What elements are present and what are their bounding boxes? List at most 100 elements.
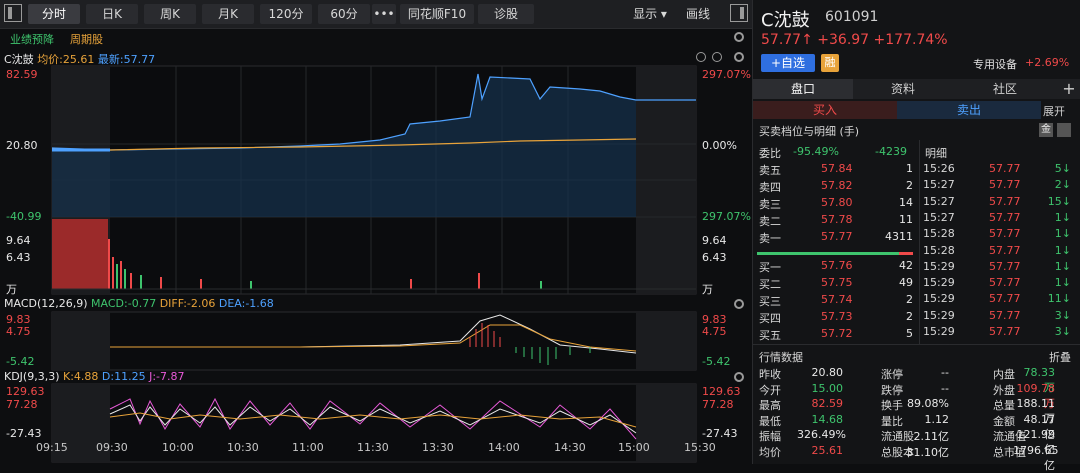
display-menu-button[interactable]: 显示 ▾ [628, 4, 672, 24]
gold-badge[interactable]: 金 [1039, 123, 1053, 137]
tick-time: 15:29 [923, 292, 955, 306]
buy-button[interactable]: 买入 [753, 101, 897, 119]
tick-price: 57.77 [989, 259, 1021, 273]
diagnose-button[interactable]: 诊股 [478, 4, 534, 24]
macd-value: MACD:-0.77 [91, 297, 157, 310]
quote-value: 89.08% [907, 397, 949, 410]
ask-label: 卖四 [759, 181, 781, 194]
tick-volume: 1↓ [1054, 259, 1071, 273]
draw-line-button[interactable]: 画线 [676, 4, 720, 24]
tab-60min[interactable]: 60分 [318, 4, 370, 24]
tick-time: 15:27 [923, 178, 955, 192]
x-tick: 14:30 [554, 441, 586, 454]
quote-value: 15.00 [811, 381, 844, 395]
quote-value: -- [941, 366, 949, 379]
kdj-title[interactable]: KDJ(9,3,3) [4, 370, 60, 383]
x-tick: 10:00 [162, 441, 194, 454]
tab-orderbook[interactable]: 盘口 [753, 79, 853, 99]
kdj-legend: KDJ(9,3,3) K:4.88 D:11.25 J:-7.87 [4, 370, 185, 383]
add-watchlist-button[interactable]: +自选 [761, 54, 815, 72]
vol-axis-r1: 9.64 [702, 234, 727, 247]
bid-price[interactable]: 57.74 [821, 293, 853, 306]
f10-button[interactable]: 同花顺F10 [400, 4, 474, 24]
bid-label: 买一 [759, 261, 781, 274]
tab-monthly-k[interactable]: 月K [202, 4, 254, 24]
tick-price: 57.77 [989, 243, 1021, 257]
sell-button[interactable]: 卖出 [897, 101, 1041, 119]
margin-badge[interactable]: 融 [821, 54, 839, 72]
pct-axis-low: 297.07% [702, 210, 751, 223]
tick-volume: 1↓ [1054, 210, 1071, 224]
ask-volume: 11 [899, 213, 913, 226]
grid-icon[interactable] [1057, 123, 1071, 137]
ratio-diff: -4239 [875, 145, 907, 158]
macd-title[interactable]: MACD(12,26,9) [4, 297, 88, 310]
ask-price[interactable]: 57.80 [821, 196, 853, 209]
add-tab-button[interactable]: + [1057, 79, 1080, 99]
quote-label: 均价 [759, 445, 781, 459]
bid-volume: 5 [906, 327, 913, 340]
ask-price[interactable]: 57.84 [821, 162, 853, 175]
fold-button[interactable]: 折叠 [1049, 349, 1071, 365]
bid-label: 买二 [759, 278, 781, 291]
bid-volume: 42 [899, 259, 913, 272]
pct-axis-high: 297.07% [702, 68, 751, 81]
kdj-axis-2: 77.28 [6, 398, 38, 411]
tab-weekly-k[interactable]: 周K [144, 4, 196, 24]
quote-value: -- [941, 381, 949, 395]
kdj-axis-r1: 129.63 [702, 385, 741, 398]
sector-name[interactable]: 专用设备 [973, 56, 1017, 72]
bid-volume: 2 [906, 310, 913, 323]
bid-label: 买四 [759, 312, 781, 325]
quote-label: 换手 [881, 399, 903, 412]
tick-price: 57.77 [989, 194, 1021, 208]
vol-axis-r2: 6.43 [702, 251, 727, 264]
expand-button[interactable]: 展开 [1043, 103, 1065, 119]
macd-settings-icon[interactable] [734, 299, 744, 309]
tab-daily-k[interactable]: 日K [86, 4, 138, 24]
bid-price[interactable]: 57.76 [821, 259, 853, 272]
tick-time: 15:29 [923, 276, 955, 290]
x-tick: 14:00 [488, 441, 520, 454]
ask-price[interactable]: 57.82 [821, 179, 853, 192]
right-panel-toggle-icon[interactable] [730, 4, 748, 22]
stock-code: 601091 [825, 9, 879, 25]
macd-axis-2: 4.75 [6, 325, 31, 338]
quote-value: 2.11亿 [913, 430, 950, 443]
x-tick: 13:30 [422, 441, 454, 454]
orderbook-title: 买卖档位与明细 (手) [759, 125, 860, 138]
kdj-axis-r3: -27.43 [702, 427, 738, 440]
left-panel-toggle-icon[interactable] [4, 4, 22, 22]
ask-label: 卖三 [759, 198, 781, 211]
ask-label: 卖二 [759, 215, 781, 228]
tab-intraday[interactable]: 分时 [28, 4, 80, 24]
ask-price[interactable]: 57.77 [821, 230, 853, 243]
x-tick: 09:30 [96, 441, 128, 454]
more-periods-button[interactable]: ••• [372, 4, 396, 24]
tab-120min[interactable]: 120分 [260, 4, 312, 24]
tab-community[interactable]: 社区 [953, 79, 1057, 99]
d-value: D:11.25 [101, 370, 146, 383]
quote-title: 行情数据 [759, 351, 803, 364]
vol-axis-runit: 万 [702, 283, 713, 296]
quote-label: 金额 [993, 414, 1015, 428]
bid-price[interactable]: 57.72 [821, 327, 853, 340]
ratio-label: 委比 [759, 147, 781, 160]
ask-label: 卖一 [759, 232, 781, 245]
dea-value: DEA:-1.68 [218, 297, 274, 310]
tab-profile[interactable]: 资料 [853, 79, 953, 99]
tick-time: 15:29 [923, 325, 955, 338]
ask-price[interactable]: 57.78 [821, 213, 853, 226]
price-axis-mid: 20.80 [6, 139, 38, 152]
bid-price[interactable]: 57.75 [821, 276, 853, 289]
x-tick: 11:00 [292, 441, 324, 454]
tick-time: 15:29 [923, 308, 955, 322]
kdj-settings-icon[interactable] [734, 372, 744, 382]
kdj-axis-3: -27.43 [6, 427, 42, 440]
bid-volume: 49 [899, 276, 913, 289]
bid-price[interactable]: 57.73 [821, 310, 853, 323]
tick-price: 57.77 [989, 308, 1021, 322]
x-tick: 15:00 [618, 441, 650, 454]
x-tick: 15:30 [684, 441, 716, 454]
quote-label: 昨收 [759, 368, 781, 381]
